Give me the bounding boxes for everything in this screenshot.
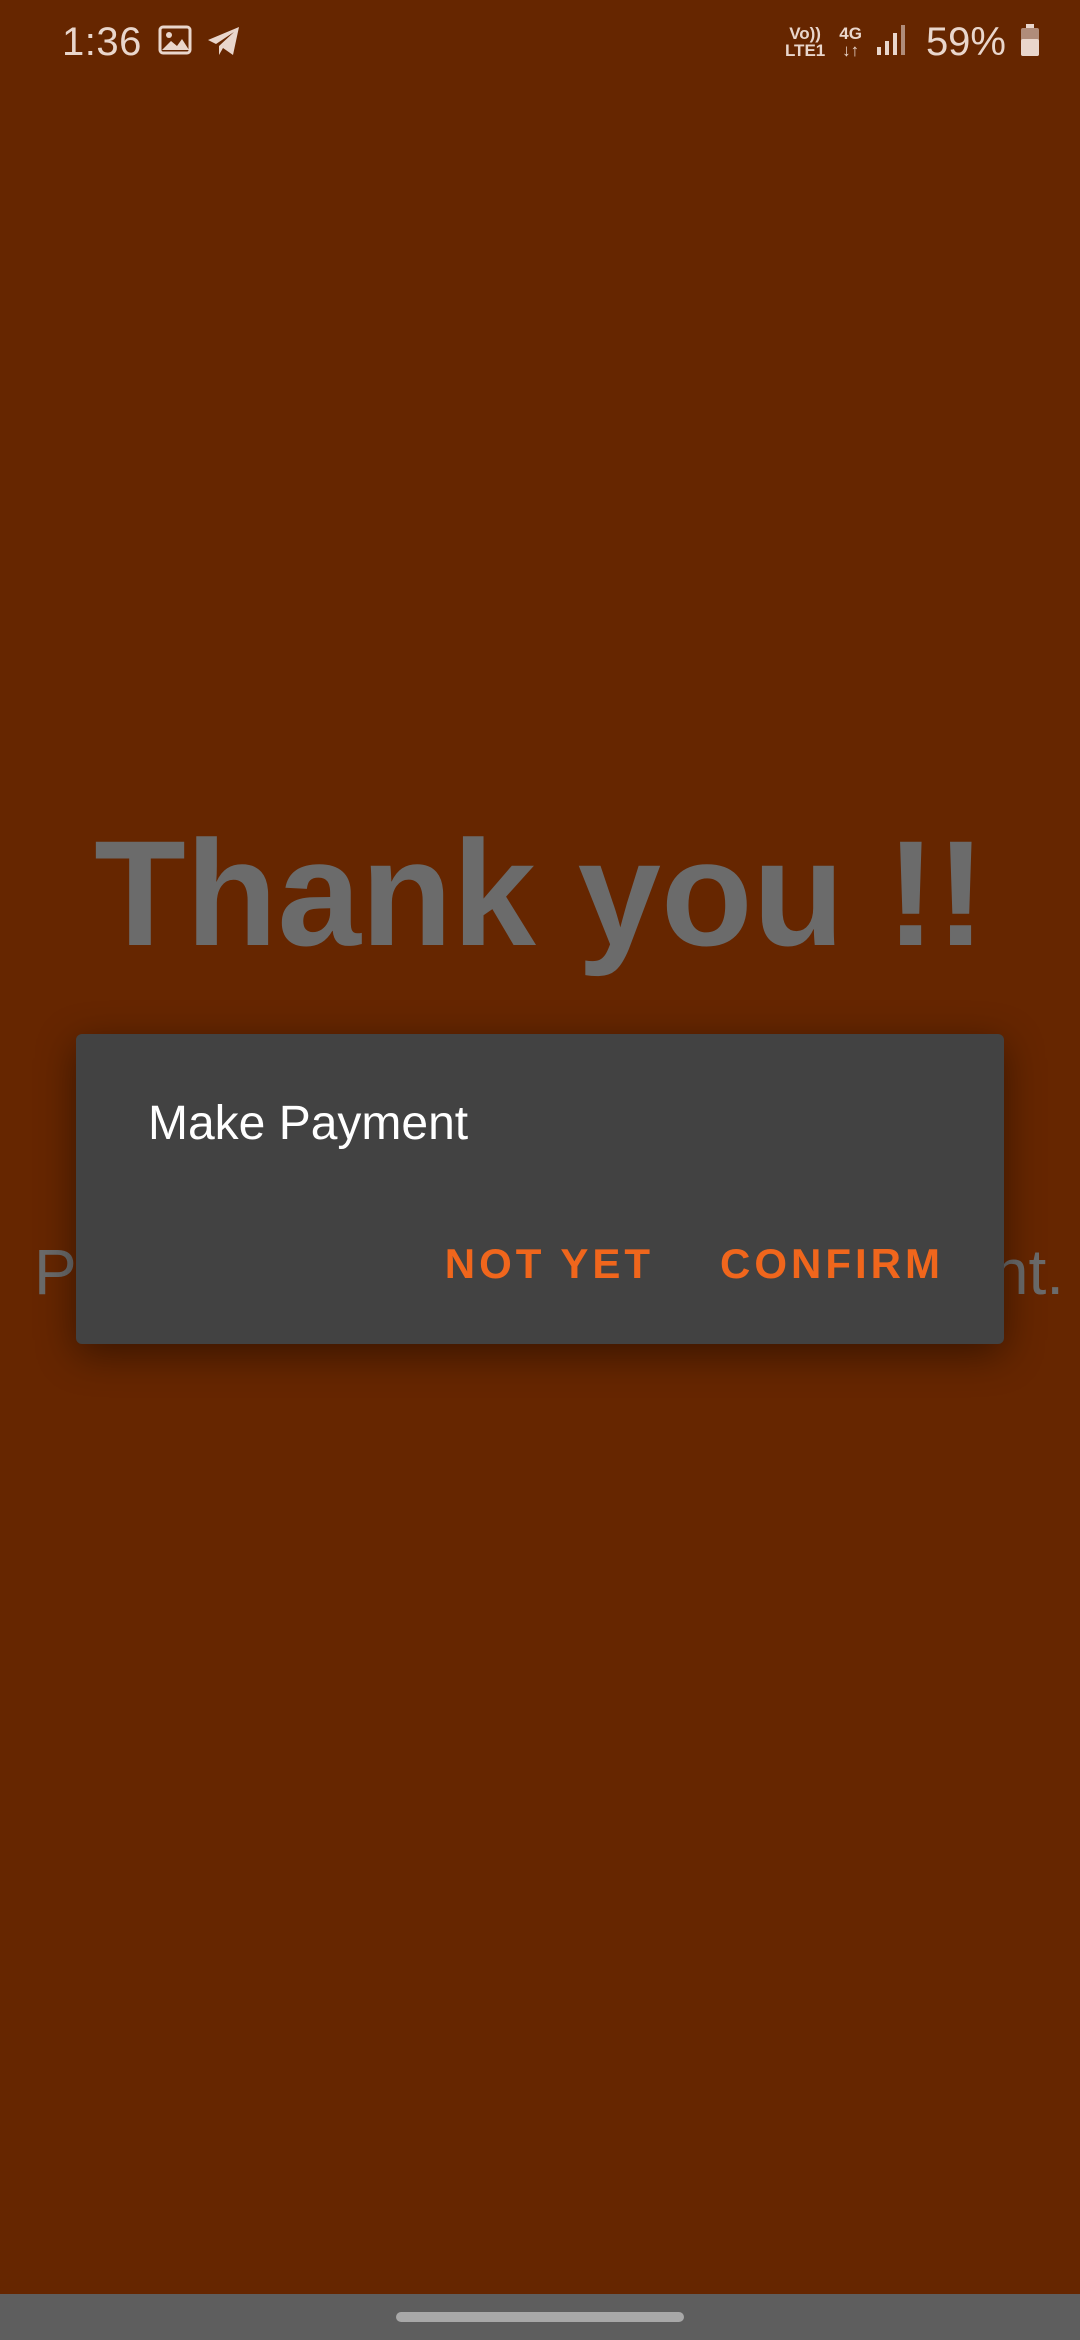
- not-yet-button[interactable]: NOT YET: [427, 1226, 672, 1302]
- make-payment-dialog: Make Payment NOT YET CONFIRM: [76, 1034, 1004, 1344]
- subtitle-start: P: [34, 1236, 77, 1308]
- navigation-bar: [0, 2294, 1080, 2340]
- battery-percent: 59%: [925, 20, 1006, 64]
- thank-you-title: Thank you !!: [94, 809, 986, 977]
- telegram-icon: [206, 24, 246, 60]
- status-time: 1:36: [62, 20, 142, 64]
- gallery-icon: [158, 24, 198, 60]
- dialog-title: Make Payment: [148, 1097, 469, 1150]
- dialog-actions: NOT YET CONFIRM: [427, 1226, 962, 1302]
- status-indicators: Vo)) LTE1 4G ↓↑ 59%: [785, 18, 1040, 66]
- battery-icon: [1020, 23, 1040, 62]
- signal-icon: [876, 23, 906, 62]
- home-gesture-handle[interactable]: [396, 2312, 684, 2322]
- confirm-button[interactable]: CONFIRM: [702, 1226, 962, 1302]
- status-bar: 1:36 Vo)) LTE1 4G ↓↑ 59%: [0, 0, 1080, 84]
- volte-indicator: Vo)) LTE1: [784, 24, 826, 60]
- data-indicator: 4G ↓↑: [839, 24, 862, 60]
